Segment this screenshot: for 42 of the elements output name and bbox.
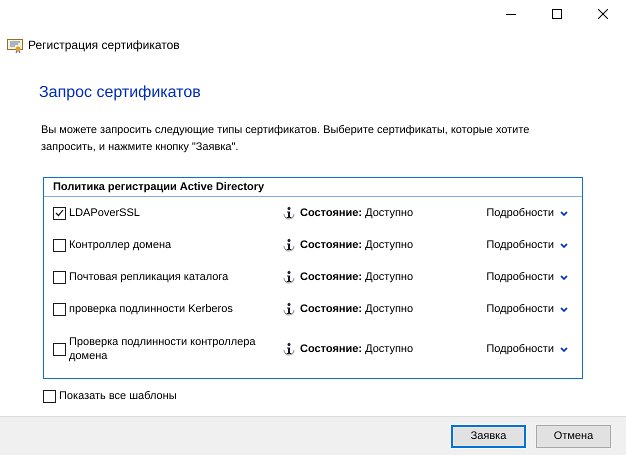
info-icon xyxy=(281,301,297,317)
details-link[interactable]: Подробности xyxy=(486,236,568,254)
certificate-icon xyxy=(7,37,23,53)
maximize-icon xyxy=(552,9,562,19)
status-text: Состояние: Доступно xyxy=(300,238,414,253)
chevron-down-icon xyxy=(560,306,568,312)
status-text: Состояние: Доступно xyxy=(300,270,414,285)
details-link[interactable]: Подробности xyxy=(486,300,568,318)
policy-title: Политика регистрации Active Directory xyxy=(44,178,582,197)
details-link[interactable]: Подробности xyxy=(486,204,568,222)
window-title: Регистрация сертификатов xyxy=(28,37,180,54)
checkbox[interactable] xyxy=(53,270,66,284)
checkbox[interactable] xyxy=(53,342,66,356)
chevron-down-icon xyxy=(560,210,568,216)
status-text: Состояние: Доступно xyxy=(300,302,414,317)
template-name: Проверка подлинности контроллера домена xyxy=(69,335,256,363)
chevron-down-icon xyxy=(560,274,568,280)
dialog-button[interactable]: Отмена xyxy=(536,424,611,448)
template-name: Почтовая репликация каталога xyxy=(69,270,228,284)
status-text: Состояние: Доступно xyxy=(300,342,414,357)
checkbox[interactable] xyxy=(53,238,66,252)
info-icon xyxy=(281,205,297,221)
status-text: Состояние: Доступно xyxy=(300,206,414,221)
template-name: Контроллер домена xyxy=(69,238,172,252)
checkmark-icon xyxy=(55,209,64,217)
chevron-down-icon xyxy=(560,242,568,248)
info-icon xyxy=(281,237,297,253)
close-icon xyxy=(598,9,608,19)
info-icon xyxy=(281,341,297,357)
details-link[interactable]: Подробности xyxy=(486,340,568,358)
checkbox[interactable] xyxy=(53,206,66,220)
show-all-label: Показать все шаблоны xyxy=(59,389,177,404)
info-icon xyxy=(281,269,297,285)
checkbox[interactable] xyxy=(53,302,66,316)
page-heading: Запрос сертификатов xyxy=(39,83,202,103)
template-name: проверка подлинности Kerberos xyxy=(69,302,233,316)
template-name: LDAPoverSSL xyxy=(69,206,140,220)
description-text: Вы можете запросить следующие типы сертификатов. Выберите сертификаты, которые хотите запросить, и нажмите кнопку "Заявка". xyxy=(40,123,530,155)
chevron-down-icon xyxy=(560,346,568,352)
checkbox[interactable] xyxy=(43,390,56,403)
dialog-button[interactable]: Заявка xyxy=(451,424,526,448)
details-link[interactable]: Подробности xyxy=(486,268,568,286)
